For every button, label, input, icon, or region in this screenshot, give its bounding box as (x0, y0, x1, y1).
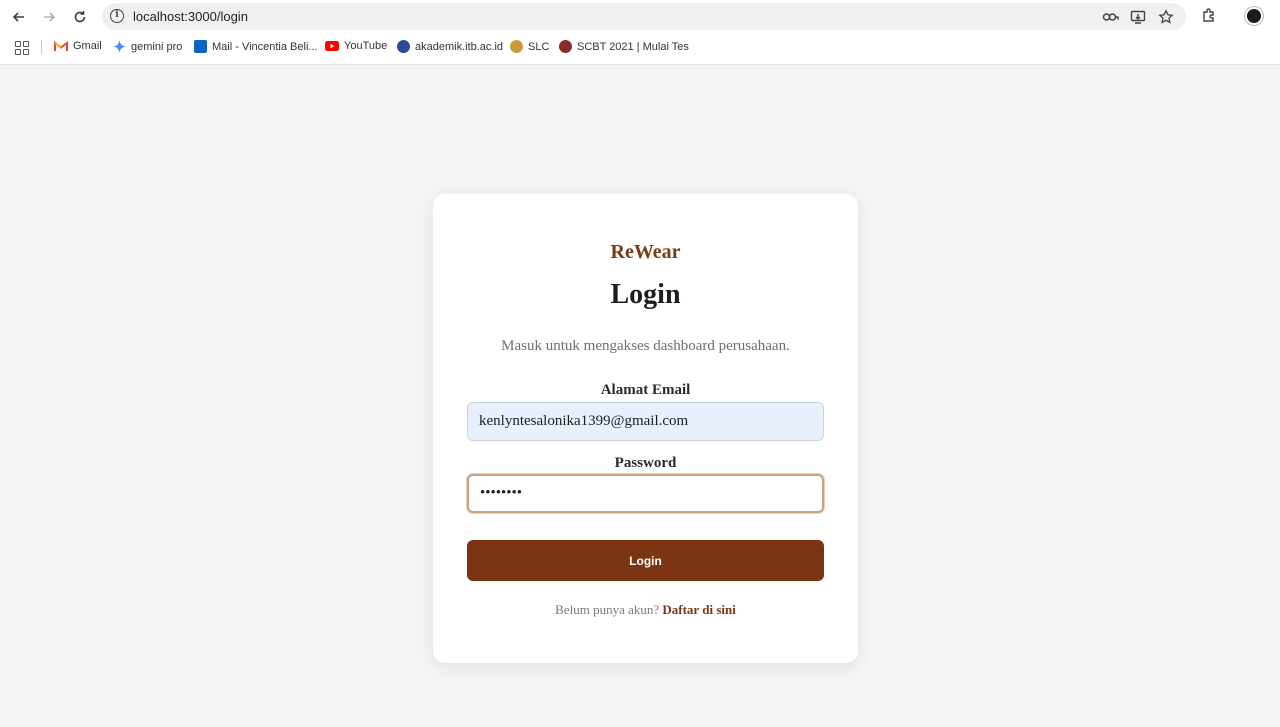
forward-icon[interactable] (37, 5, 61, 29)
login-button[interactable]: Login (467, 540, 824, 581)
bookmark-label: SLC (528, 40, 550, 53)
password-field[interactable] (467, 474, 824, 513)
bookmark-slc[interactable]: SLC (510, 40, 549, 53)
profile-avatar[interactable] (1245, 7, 1263, 25)
bookmark-scbt[interactable]: SCBT 2021 | Mulai Tes (559, 40, 689, 53)
bookmarks-bar: Gmail gemini pro Mail - Vincentia Beli..… (0, 37, 1280, 59)
signup-link[interactable]: Daftar di sini (662, 602, 735, 617)
page-body: ReWear Login Masuk untuk mengakses dashb… (0, 66, 1280, 727)
itb-icon (397, 40, 410, 53)
bookmark-label: akademik.itb.ac.id (415, 40, 504, 53)
browser-toolbar: i localhost:3000/login (0, 0, 1280, 33)
page-subtitle: Masuk untuk mengakses dashboard perusaha… (501, 338, 790, 354)
reload-icon[interactable] (68, 5, 92, 29)
email-label: Alamat Email (600, 382, 691, 398)
brand-logo-text: ReWear (610, 241, 681, 263)
youtube-icon (325, 41, 339, 51)
bookmark-gemini[interactable]: gemini pro (113, 40, 182, 53)
scbt-icon (559, 40, 572, 53)
bookmark-star-icon[interactable] (1157, 8, 1175, 26)
url-text[interactable]: localhost:3000/login (133, 9, 248, 24)
outlook-icon (194, 40, 207, 53)
email-field[interactable] (467, 402, 824, 441)
bookmark-youtube[interactable]: YouTube (325, 40, 387, 52)
password-label: Password (614, 455, 677, 471)
back-icon[interactable] (7, 5, 31, 29)
apps-grid-icon[interactable] (15, 41, 29, 55)
bookmark-label: gemini pro (131, 40, 183, 53)
bookmark-akademik-itb[interactable]: akademik.itb.ac.id (397, 40, 503, 53)
bookmarks-divider (41, 40, 42, 54)
signup-prompt-text: Belum punya akun? (555, 602, 660, 617)
extensions-icon[interactable] (1200, 7, 1218, 25)
bookmark-label: Mail - Vincentia Beli... (212, 40, 318, 53)
bookmark-outlook-mail[interactable]: Mail - Vincentia Beli... (194, 40, 318, 53)
bookmark-label: Gmail (73, 40, 102, 52)
gemini-icon (113, 40, 126, 53)
bookmark-label: YouTube (344, 40, 388, 52)
install-app-icon[interactable] (1129, 8, 1147, 26)
gmail-icon (54, 40, 68, 51)
browser-chrome: i localhost:3000/login Gmail gemini pro … (0, 0, 1280, 65)
password-key-icon[interactable] (1102, 8, 1120, 26)
signup-prompt: Belum punya akun? Daftar di sini (433, 602, 858, 618)
bookmark-gmail[interactable]: Gmail (54, 40, 102, 52)
site-info-icon[interactable]: i (110, 9, 124, 23)
bookmark-label: SCBT 2021 | Mulai Tes (577, 40, 689, 53)
slc-icon (510, 40, 523, 53)
login-card: ReWear Login Masuk untuk mengakses dashb… (433, 194, 858, 663)
address-bar[interactable]: i localhost:3000/login (102, 3, 1186, 30)
page-title: Login (610, 279, 681, 310)
